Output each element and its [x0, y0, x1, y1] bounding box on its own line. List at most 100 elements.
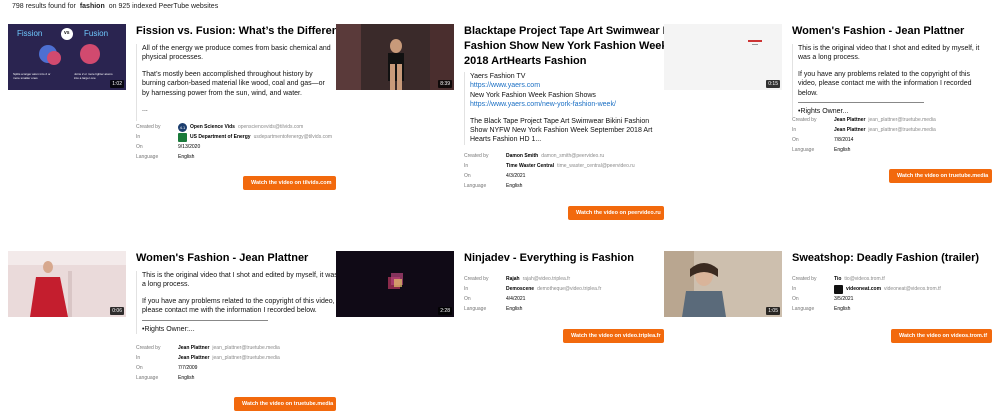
created-by-handle: damon_smith@peervideo.ru — [541, 153, 605, 159]
channel-name[interactable]: Jean Plattner — [834, 127, 865, 133]
channel-name[interactable]: US Department of Energy — [190, 134, 251, 140]
video-thumbnail[interactable]: 2:28 — [336, 251, 454, 317]
meta-label: On — [464, 173, 471, 179]
video-language: English — [506, 306, 523, 312]
created-by-handle: jean_plattner@truetube.media — [212, 345, 280, 351]
watch-video-button[interactable]: Watch the video on tilvids.com — [243, 176, 336, 190]
channel-avatar — [178, 132, 187, 142]
channel-name[interactable]: Demoscene — [506, 286, 534, 292]
created-by-handle: opensciencevids@tilvids.com — [237, 124, 304, 130]
watch-video-button[interactable]: Watch the video on truetube.media — [234, 397, 336, 411]
watch-video-button[interactable]: Watch the video on peervideo.ru — [568, 206, 664, 220]
description-paragraph: •Rights Owner:... — [142, 326, 195, 334]
description-link[interactable]: https://www.yaers.com/new-york-fashion-w… — [470, 101, 616, 108]
thumb-caption-right: Joins 2 or more lighter atoms into a lar… — [74, 72, 113, 80]
results-summary: 798 results found for fashion on 925 index… — [12, 3, 218, 10]
video-title[interactable]: Ninjadev - Everything is Fashion — [464, 251, 634, 266]
result-card: 0:06 Women's Fashion - Jean Plattner Thi… — [8, 251, 338, 411]
description-line: Yaers Fashion TV — [470, 73, 526, 80]
thumbnail-image — [8, 251, 126, 317]
video-duration: 1:02 — [110, 80, 124, 88]
created-by-name[interactable]: Jean Plattner — [178, 345, 209, 351]
channel-handle: videoneat@videos.trom.tf — [884, 286, 941, 292]
thumb-label-vs: vs — [64, 30, 70, 36]
video-title[interactable]: Women's Fashion - Jean Plattner — [136, 251, 308, 266]
video-meta: Created by Jean Plattner jean_plattner@tru… — [792, 115, 936, 155]
meta-label: On — [136, 144, 143, 150]
video-description: All of the energy we produce comes from … — [136, 44, 334, 122]
publish-date: 4/4/2021 — [506, 296, 526, 302]
video-meta: Created by 4.1 Open Science Vids openscienc… — [136, 122, 332, 162]
description-paragraph: If you have any problems related to the … — [798, 70, 972, 97]
watch-video-button[interactable]: Watch the video on video.triplea.fr — [563, 329, 664, 343]
publish-date: 4/3/2021 — [506, 173, 526, 179]
description-line: The Black Tape Project Tape Art Swimwear… — [470, 117, 653, 144]
video-duration: 0:06 — [110, 307, 124, 315]
created-by-name[interactable]: Open Science Vids — [190, 124, 235, 130]
meta-label: On — [792, 296, 799, 302]
publish-date: 3/5/2021 — [834, 296, 854, 302]
video-meta: Created by Tio tio@videos.trom.tf In videon… — [792, 274, 941, 314]
meta-label: Created by — [792, 276, 817, 282]
meta-label: In — [136, 134, 141, 140]
video-thumbnail[interactable]: 0:15 — [664, 24, 782, 90]
created-by-name[interactable]: Damon Smith — [506, 153, 538, 159]
meta-label: Language — [464, 183, 487, 189]
meta-label: Language — [792, 147, 815, 153]
meta-label: Created by — [792, 117, 817, 123]
meta-label: In — [464, 286, 469, 292]
meta-label: In — [136, 355, 141, 361]
created-by-handle: rajah@video.triplea.fr — [522, 276, 571, 282]
video-thumbnail[interactable]: 0:06 — [8, 251, 126, 317]
video-description: Yaers Fashion TV https://www.yaers.com N… — [464, 72, 664, 145]
video-thumbnail[interactable]: Fission vs Fusion Splits a larger atom i… — [8, 24, 126, 90]
video-title[interactable]: Fission vs. Fusion: What’s the Differenc… — [136, 24, 357, 39]
description-paragraph: This is the original video that I shot a… — [142, 272, 338, 289]
meta-label: Language — [792, 306, 815, 312]
meta-label: Created by — [464, 276, 489, 282]
watch-video-button[interactable]: Watch the video on videos.trom.tf — [891, 329, 992, 343]
video-title[interactable]: Sweatshop: Deadly Fashion (trailer) — [792, 251, 979, 266]
video-title[interactable]: Blacktape Project Tape Art Swimwear Biki… — [464, 24, 693, 69]
video-language: English — [834, 306, 851, 312]
channel-avatar — [834, 284, 843, 294]
video-description: This is the original video that I shot a… — [792, 44, 990, 117]
channel-name[interactable]: Jean Plattner — [178, 355, 209, 361]
created-by-name[interactable]: Jean Plattner — [834, 117, 865, 123]
description-paragraph: This is the original video that I shot a… — [798, 45, 980, 62]
title-line: Fashion Show New York Fashion Week — [464, 40, 668, 52]
watch-video-button[interactable]: Watch the video on truetube.media — [889, 169, 992, 183]
channel-handle: usdepartmentofenergy@tilvids.com — [253, 134, 333, 140]
publish-date: 7/8/2014 — [834, 137, 854, 143]
description-line: New York Fashion Week Fashion Shows — [470, 91, 596, 99]
video-meta: Created by Rajah rajah@video.triplea.fr In… — [464, 274, 601, 314]
title-line: 2018 ArtHearts Fashion — [464, 55, 587, 67]
created-by-handle: jean_plattner@truetube.media — [868, 117, 936, 123]
meta-label: In — [464, 163, 469, 169]
channel-name[interactable]: Time Waster Central — [506, 163, 554, 169]
description-link[interactable]: https://www.yaers.com — [470, 82, 540, 89]
thumbnail-image — [336, 251, 454, 317]
video-thumbnail[interactable]: 1:05 — [664, 251, 782, 317]
video-meta: Created by Damon Smith damon_smith@peervid… — [464, 151, 635, 191]
description-divider: —————————————————— — [798, 99, 924, 107]
publish-date: 7/7/2009 — [178, 365, 198, 371]
result-card: Fission vs Fusion Splits a larger atom i… — [8, 24, 357, 194]
result-card: 8:39 Blacktape Project Tape Art Swimwear… — [336, 24, 693, 224]
meta-label: Language — [136, 154, 159, 160]
search-query: fashion — [79, 3, 105, 10]
created-by-name[interactable]: Rajah — [506, 276, 520, 282]
video-language: English — [834, 147, 851, 153]
thumb-label-fusion: Fusion — [84, 29, 109, 38]
created-by-name[interactable]: Tio — [834, 276, 841, 282]
description-divider: —————————————————— — [142, 316, 268, 324]
created-by-handle: tio@videos.trom.tf — [844, 276, 885, 282]
video-title[interactable]: Women's Fashion - Jean Plattner — [792, 24, 964, 39]
channel-handle: time_waster_central@peervideo.ru — [557, 163, 635, 169]
channel-name[interactable]: videoneat.com — [846, 286, 881, 292]
video-thumbnail[interactable]: 8:39 — [336, 24, 454, 90]
video-meta: Created by Jean Plattner jean_plattner@tru… — [136, 343, 280, 383]
meta-label: Language — [464, 306, 487, 312]
video-duration: 2:28 — [438, 307, 452, 315]
meta-label: Created by — [136, 345, 161, 351]
